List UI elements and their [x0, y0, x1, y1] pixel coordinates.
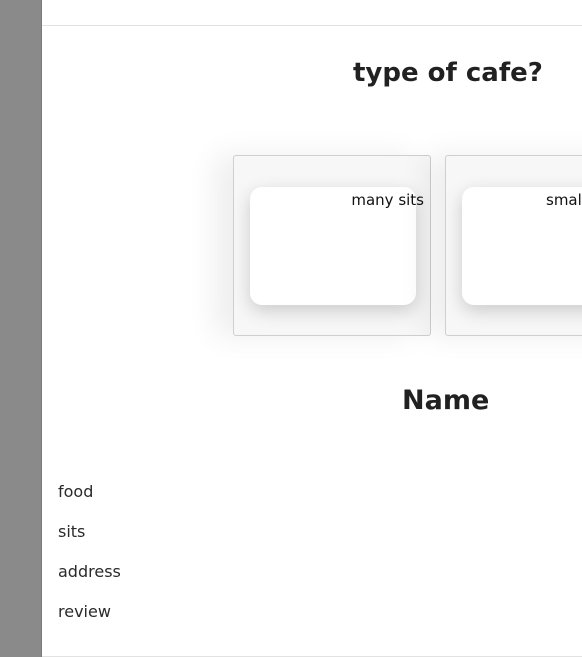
name-heading: Name	[402, 385, 490, 416]
field-item-review[interactable]: review	[58, 602, 121, 642]
left-rail	[0, 0, 42, 657]
page: type of cafe? many sits smal Name food s…	[0, 0, 582, 657]
option-label: many sits	[351, 191, 424, 209]
option-card-small[interactable]: smal	[445, 155, 582, 336]
field-item-sits[interactable]: sits	[58, 522, 121, 562]
top-bar	[42, 0, 582, 26]
option-label: smal	[546, 191, 582, 209]
field-item-address[interactable]: address	[58, 562, 121, 602]
field-item-food[interactable]: food	[58, 482, 121, 522]
question-title: type of cafe?	[353, 58, 543, 88]
field-list: food sits address review	[58, 482, 121, 642]
option-card-many-sits[interactable]: many sits	[233, 155, 431, 336]
